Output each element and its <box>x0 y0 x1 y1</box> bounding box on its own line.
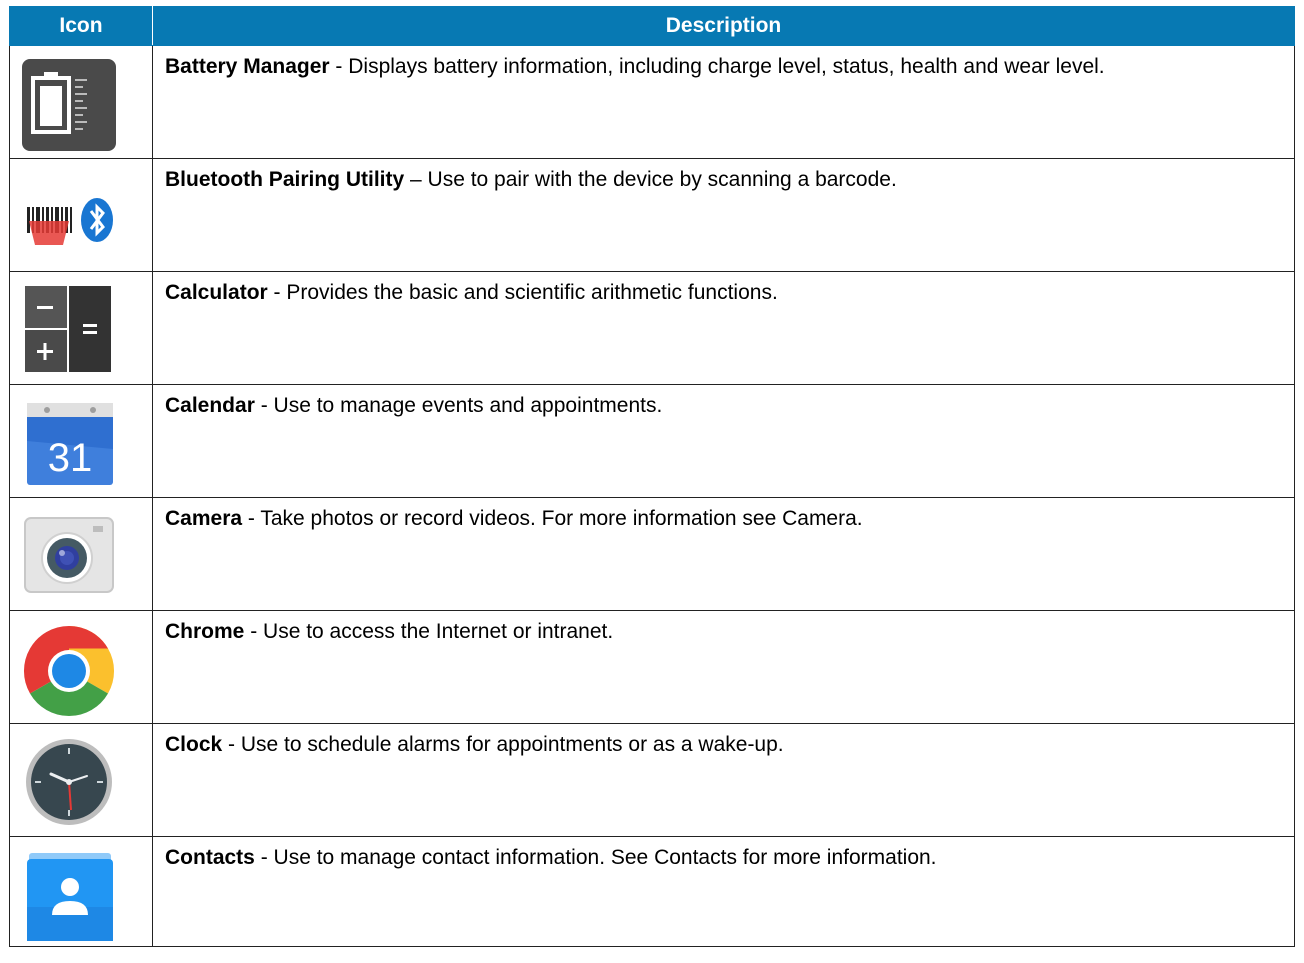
app-icon-table: Icon Description Battery Manager - Displ… <box>9 6 1295 947</box>
description-cell: Battery Manager - Displays battery infor… <box>152 45 1295 159</box>
app-name: Camera <box>165 507 243 530</box>
description-cell: Calculator - Provides the basic and scie… <box>152 271 1295 385</box>
app-name: Chrome <box>165 620 245 643</box>
description-cell: Clock - Use to schedule alarms for appoi… <box>152 723 1295 837</box>
app-name: Bluetooth Pairing Utility <box>165 168 405 191</box>
chrome-icon <box>21 621 117 717</box>
app-description: Provides the basic and scientific arithm… <box>286 281 778 304</box>
icon-cell <box>9 497 153 611</box>
icon-cell <box>9 45 153 159</box>
app-description: Use to pair with the device by scanning … <box>427 168 897 191</box>
table-header-row: Icon Description <box>9 6 1295 46</box>
calendar-date-label: 31 <box>48 436 93 480</box>
table-row: Bluetooth Pairing Utility – Use to pair … <box>9 158 1295 272</box>
separator: – <box>404 168 428 191</box>
app-description: Use to manage events and appointments. <box>273 394 663 417</box>
icon-column-header: Icon <box>9 6 153 46</box>
description-cell: Chrome - Use to access the Internet or i… <box>152 610 1295 724</box>
table-row: Battery Manager - Displays battery infor… <box>9 45 1295 159</box>
table-row: Calculator - Provides the basic and scie… <box>9 271 1295 385</box>
app-description: Use to schedule alarms for appointments … <box>240 733 784 756</box>
camera-icon <box>21 508 117 604</box>
calculator-icon <box>21 282 117 378</box>
icon-cell: 31 <box>9 384 153 498</box>
app-description: Use to access the Internet or intranet. <box>263 620 614 643</box>
calendar-icon: 31 <box>21 395 117 491</box>
icon-cell <box>9 610 153 724</box>
clock-icon <box>21 734 117 830</box>
icon-cell <box>9 158 153 272</box>
app-description: Displays battery information, including … <box>348 55 1105 78</box>
bluetooth-pairing-icon <box>21 169 117 265</box>
table-row: 31 Calendar - Use to manage events and a… <box>9 384 1295 498</box>
separator: - <box>222 733 241 756</box>
table-row: Contacts - Use to manage contact informa… <box>9 836 1295 947</box>
description-column-header: Description <box>152 6 1295 46</box>
app-description: Use to manage contact information. See C… <box>273 846 937 869</box>
separator: - <box>254 846 274 869</box>
icon-cell <box>9 271 153 385</box>
description-cell: Camera - Take photos or record videos. F… <box>152 497 1295 611</box>
app-name: Clock <box>165 733 223 756</box>
description-cell: Calendar - Use to manage events and appo… <box>152 384 1295 498</box>
app-name: Battery Manager <box>165 55 330 78</box>
battery-manager-icon <box>21 56 117 152</box>
icon-cell <box>9 836 153 947</box>
app-name: Calculator <box>165 281 268 304</box>
separator: - <box>244 620 264 643</box>
table-row: Clock - Use to schedule alarms for appoi… <box>9 723 1295 837</box>
table-row: Chrome - Use to access the Internet or i… <box>9 610 1295 724</box>
table-row: Camera - Take photos or record videos. F… <box>9 497 1295 611</box>
separator: - <box>329 55 349 78</box>
contacts-icon <box>21 847 117 943</box>
separator: - <box>242 507 261 530</box>
app-name: Calendar <box>165 394 255 417</box>
description-cell: Contacts - Use to manage contact informa… <box>152 836 1295 947</box>
description-cell: Bluetooth Pairing Utility – Use to pair … <box>152 158 1295 272</box>
icon-cell <box>9 723 153 837</box>
separator: - <box>254 394 274 417</box>
separator: - <box>267 281 287 304</box>
app-name: Contacts <box>165 846 255 869</box>
app-description: Take photos or record videos. For more i… <box>260 507 863 530</box>
